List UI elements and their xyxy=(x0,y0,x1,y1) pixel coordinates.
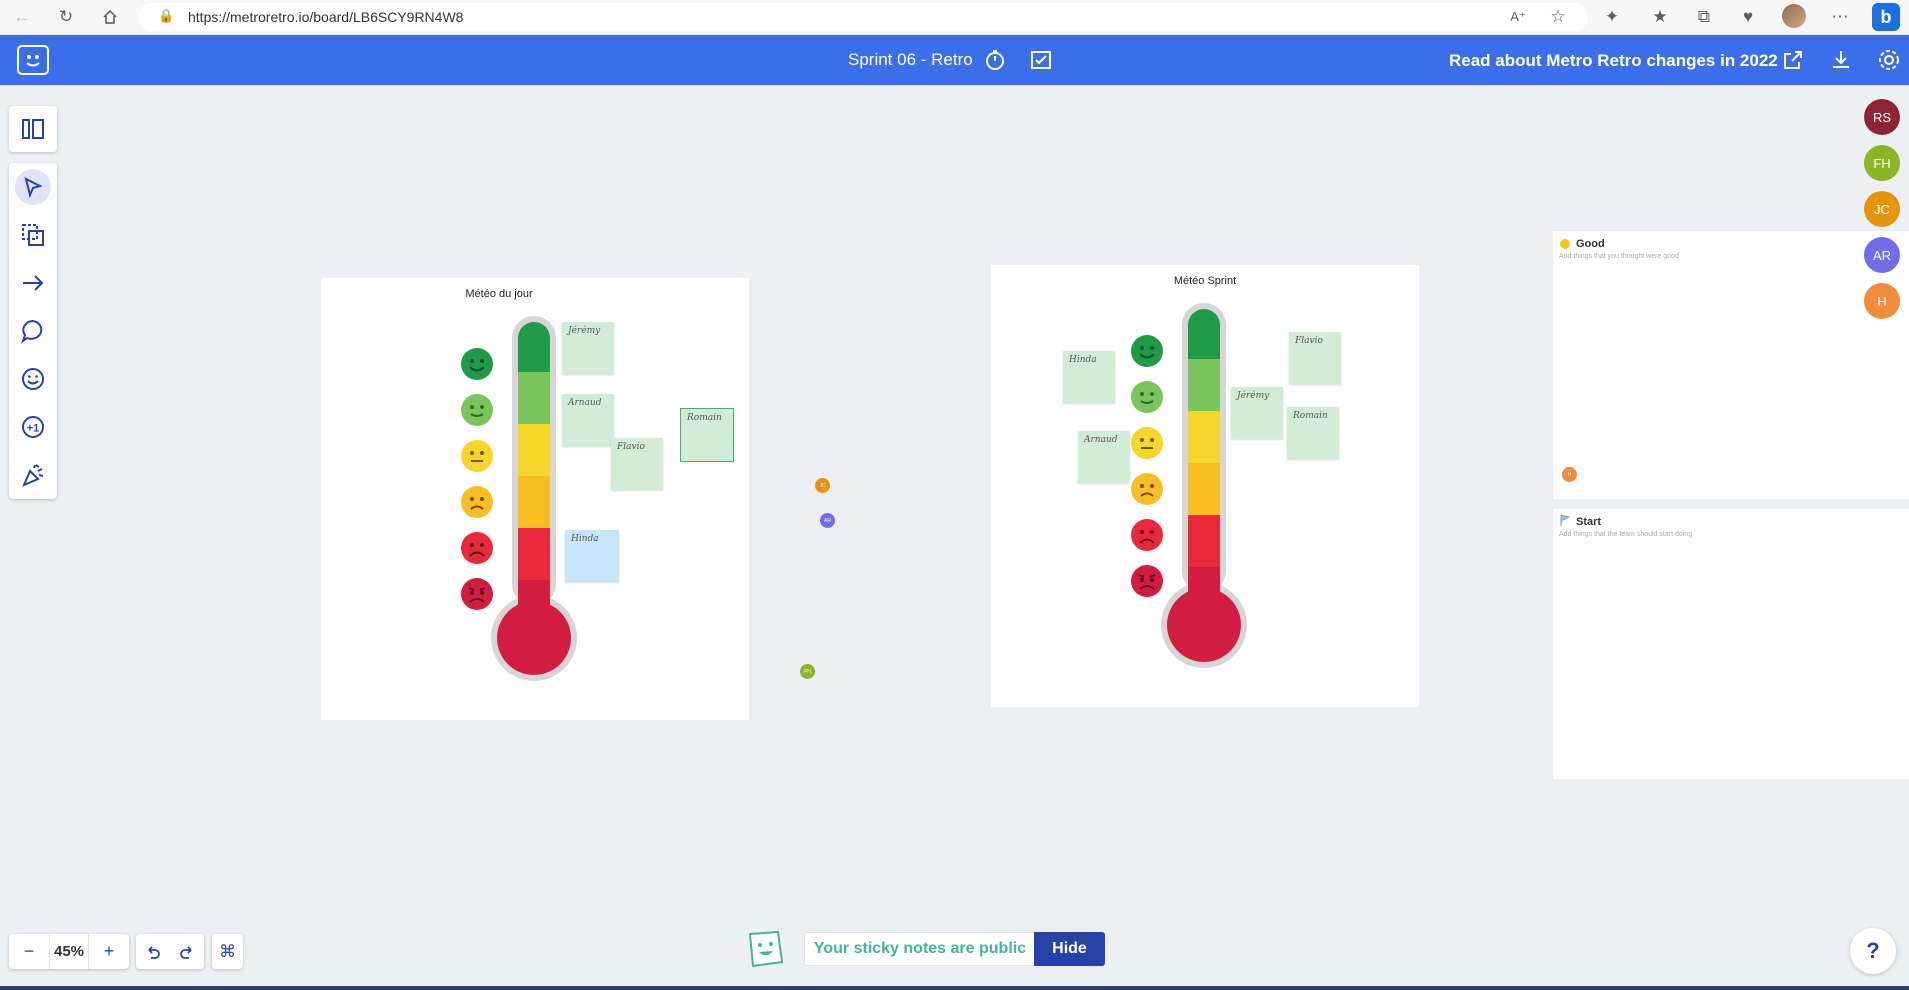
plus-one-vote-icon[interactable]: +1 xyxy=(15,409,51,445)
happy-face-icon xyxy=(461,394,493,426)
templates-icon[interactable] xyxy=(15,111,51,147)
lock-icon: 🔒 xyxy=(158,8,175,23)
participant-avatar[interactable]: JC xyxy=(1864,191,1900,227)
happy-face-icon xyxy=(1131,381,1163,413)
board-title[interactable]: Sprint 06 - Retro xyxy=(848,50,973,70)
sticky-note[interactable]: Romain xyxy=(1287,407,1339,459)
sticky-note[interactable]: Hinda xyxy=(1063,351,1115,403)
extensions-icon[interactable]: ✦ xyxy=(1600,5,1624,29)
user-cursor: AR xyxy=(820,513,835,528)
home-icon[interactable] xyxy=(98,5,122,29)
sticky-note[interactable]: Romain xyxy=(680,408,734,462)
undo-icon[interactable] xyxy=(136,934,170,969)
column-title: Start xyxy=(1576,516,1602,528)
collections-icon[interactable]: ⧉ xyxy=(1692,5,1716,29)
arrow-tool-icon[interactable] xyxy=(15,265,51,301)
url-text: https://metroretro.io/board/LB6SCY9RN4W8 xyxy=(188,9,464,25)
vote-icon[interactable] xyxy=(1029,48,1053,72)
comment-tool-icon[interactable] xyxy=(15,313,51,349)
favorite-star-icon[interactable]: ☆ xyxy=(1546,5,1570,29)
slightly-sad-face-icon xyxy=(1131,473,1163,505)
very-happy-face-icon xyxy=(461,348,493,380)
svg-text:+1: +1 xyxy=(27,423,40,435)
zoom-out-button[interactable]: − xyxy=(9,934,49,969)
browser-toolbar: ← ↻ 🔒 https://metroretro.io/board/LB6SCY… xyxy=(0,0,1909,35)
settings-gear-icon[interactable] xyxy=(1877,48,1901,72)
angry-face-icon xyxy=(461,578,493,610)
user-cursor: JC xyxy=(815,478,830,493)
sticky-note-tool-icon[interactable] xyxy=(15,217,51,253)
metro-retro-logo[interactable] xyxy=(17,45,49,75)
user-cursor: H xyxy=(1562,467,1577,482)
very-happy-face-icon xyxy=(1131,335,1163,367)
favorites-icon[interactable]: ★ xyxy=(1648,5,1672,29)
download-icon[interactable] xyxy=(1829,48,1853,72)
app-header: Sprint 06 - Retro Read about Metro Retro… xyxy=(0,35,1909,85)
participant-avatar[interactable]: H xyxy=(1864,283,1900,319)
more-menu-icon[interactable]: ⋯ xyxy=(1828,5,1852,29)
user-cursor: FH xyxy=(800,664,815,679)
zoom-controls: − 45% + xyxy=(9,934,129,969)
column-title: Good xyxy=(1576,238,1605,250)
neutral-face-icon xyxy=(1131,427,1163,459)
neutral-face-icon xyxy=(461,440,493,472)
keyboard-shortcuts-icon[interactable]: ⌘ xyxy=(212,934,243,969)
hide-button[interactable]: Hide xyxy=(1034,932,1105,966)
help-button[interactable]: ? xyxy=(1850,928,1896,974)
tools-toolbox: +1 xyxy=(9,163,57,499)
history-controls xyxy=(136,934,204,969)
frame-title: Météo du jour xyxy=(465,288,533,300)
sticky-note[interactable]: Flavio xyxy=(611,438,663,490)
sun-icon xyxy=(1560,239,1570,249)
share-icon[interactable] xyxy=(1781,48,1805,72)
frame-title: Météo Sprint xyxy=(1173,275,1237,287)
timer-icon[interactable] xyxy=(983,48,1007,72)
sticky-note[interactable]: Hinda xyxy=(565,530,619,582)
read-aloud-icon[interactable]: A⁺ xyxy=(1506,5,1530,29)
column-description: Add things that the team should start do… xyxy=(1559,531,1693,538)
address-bar[interactable]: 🔒 https://metroretro.io/board/LB6SCY9RN4… xyxy=(138,3,1588,31)
sticky-notes-visibility-status: Your sticky notes are public xyxy=(804,932,1036,966)
participant-avatar[interactable]: RS xyxy=(1864,99,1900,135)
sad-face-icon xyxy=(461,532,493,564)
frame-meteo-sprint[interactable]: Météo Sprint Hinda Arnaud Jérémy Flavio … xyxy=(991,265,1419,707)
reload-icon[interactable]: ↻ xyxy=(54,5,78,29)
sticky-note[interactable]: Arnaud xyxy=(562,394,614,446)
select-pointer-icon[interactable] xyxy=(15,169,51,205)
frame-meteo-du-jour[interactable]: Météo du jour Jérémy Arnaud Flavio Romai… xyxy=(321,278,749,720)
browser-essentials-icon[interactable]: ♥ xyxy=(1736,5,1760,29)
sticky-note[interactable]: Arnaud xyxy=(1078,431,1130,483)
slightly-sad-face-icon xyxy=(461,486,493,518)
sticky-note[interactable]: Jérémy xyxy=(1231,387,1283,439)
bing-icon[interactable]: b xyxy=(1872,3,1900,31)
participant-avatar[interactable]: AR xyxy=(1864,237,1900,273)
zoom-level[interactable]: 45% xyxy=(49,934,89,969)
sticky-note[interactable]: Jérémy xyxy=(562,322,614,374)
bottom-border xyxy=(0,986,1909,990)
announcement-link[interactable]: Read about Metro Retro changes in 2022 xyxy=(1449,51,1778,71)
celebrate-party-icon[interactable] xyxy=(15,457,51,493)
column-description: Add things that you thought were good xyxy=(1559,253,1679,260)
zoom-in-button[interactable]: + xyxy=(89,934,129,969)
emoji-tool-icon[interactable] xyxy=(15,361,51,397)
participant-avatar[interactable]: FH xyxy=(1864,145,1900,181)
angry-face-icon xyxy=(1131,565,1163,597)
sticky-note[interactable]: Flavio xyxy=(1289,332,1341,384)
start-flag-icon xyxy=(1560,514,1571,526)
profile-avatar[interactable] xyxy=(1782,4,1806,28)
templates-toolbox xyxy=(9,106,57,152)
metro-retro-mascot-icon xyxy=(748,930,784,968)
thermometer-graphic xyxy=(1161,303,1247,668)
redo-icon[interactable] xyxy=(170,934,204,969)
column-good[interactable]: Good Add things that you thought were go… xyxy=(1553,231,1909,499)
sad-face-icon xyxy=(1131,519,1163,551)
column-start[interactable]: Start Add things that the team should st… xyxy=(1553,509,1909,779)
back-arrow-icon[interactable]: ← xyxy=(10,5,34,29)
